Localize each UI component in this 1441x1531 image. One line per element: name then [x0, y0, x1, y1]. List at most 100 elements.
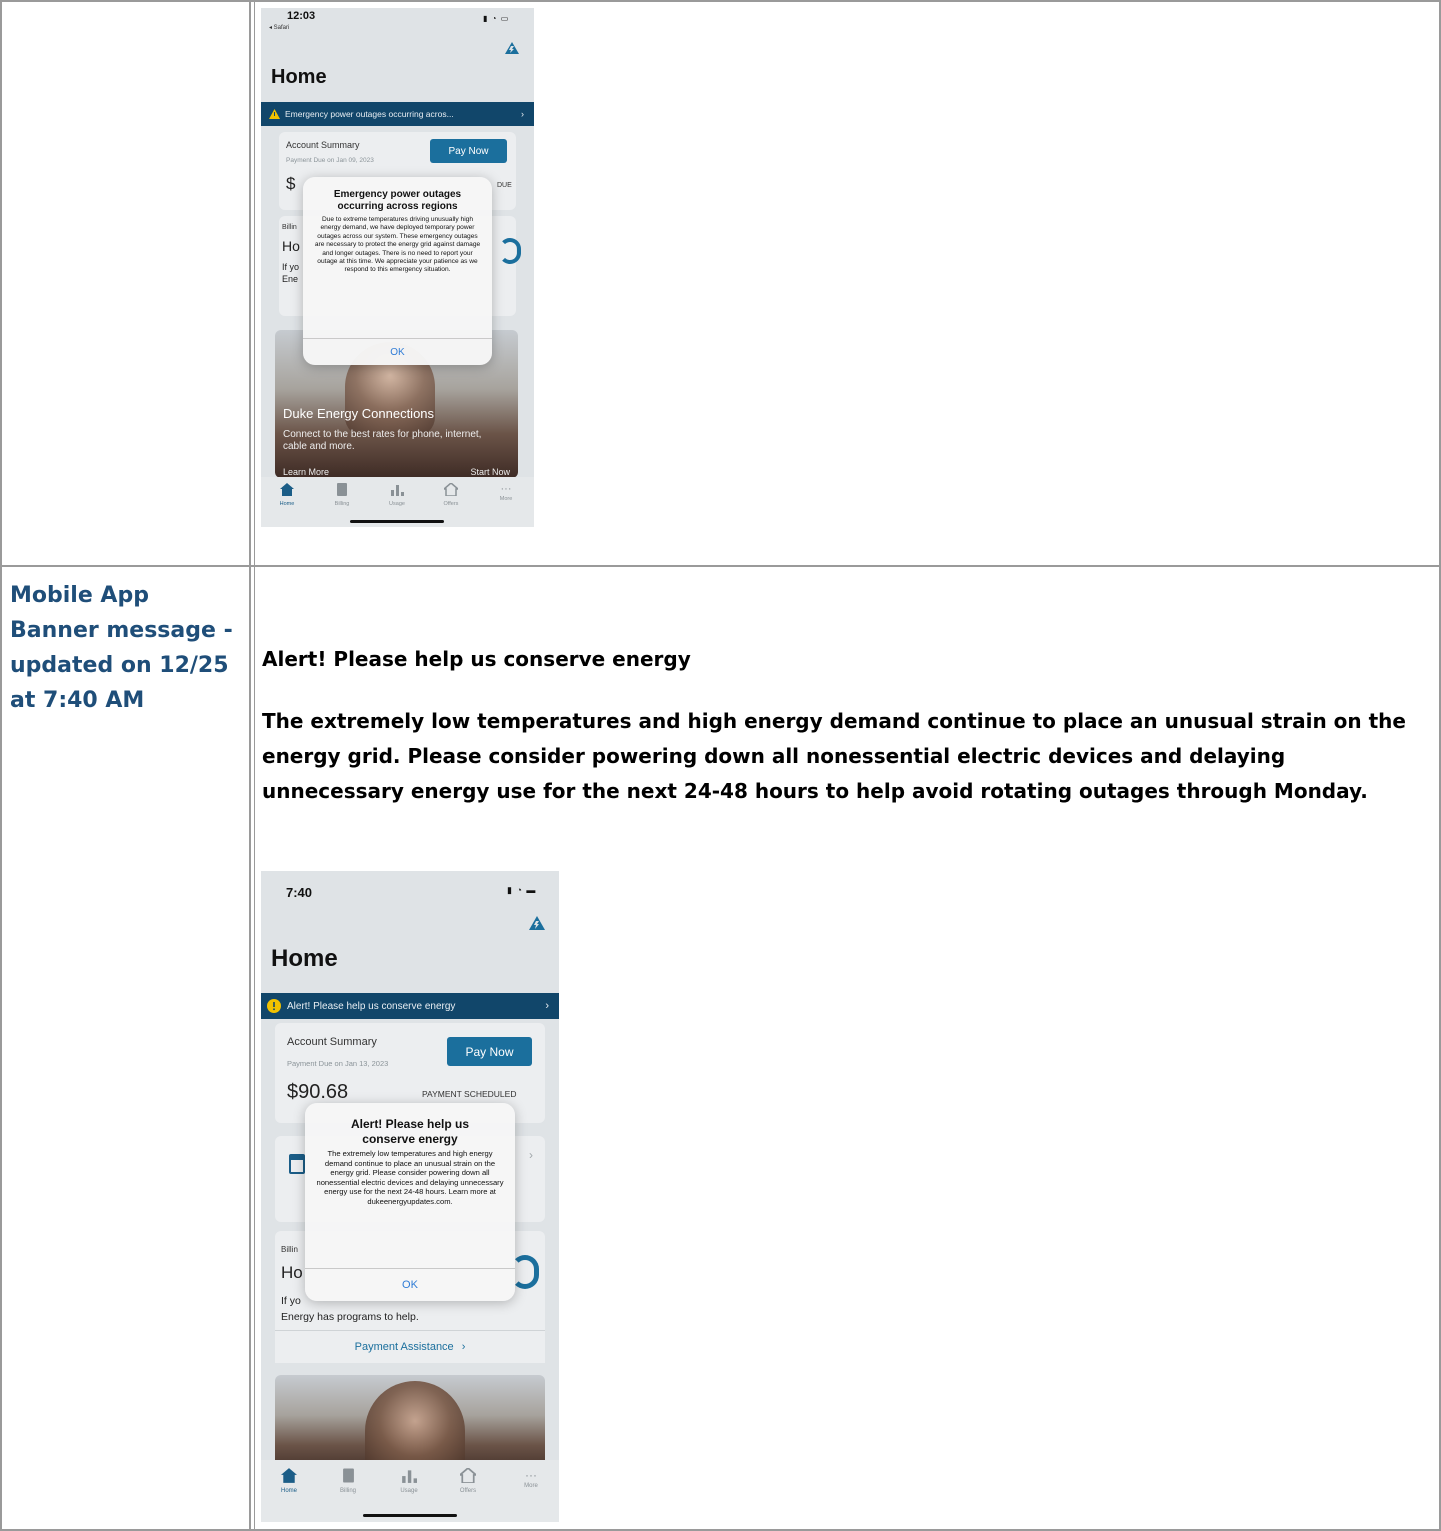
tab-billing[interactable]: Billing	[334, 1468, 362, 1494]
tab-more[interactable]: ··· More	[517, 1468, 545, 1489]
tab-label: More	[499, 496, 513, 502]
dialog-ok-button[interactable]: OK	[305, 1268, 515, 1301]
wifi-icon: ◔	[516, 885, 523, 895]
payment-due-text: Payment Due on Jan 09, 2023	[286, 157, 374, 164]
home-indicator	[350, 520, 444, 523]
tab-label: More	[524, 1483, 538, 1489]
dialog-title: Emergency power outages occurring across…	[333, 189, 462, 212]
table-column-divider	[249, 0, 251, 1531]
chevron-right-icon: ›	[521, 109, 524, 119]
chevron-right-icon: ›	[461, 1341, 466, 1353]
payment-amount: $90.68	[287, 1081, 349, 1103]
account-summary-label: Account Summary	[287, 1036, 377, 1048]
status-icons: ▮ ◔ ▬	[507, 885, 536, 896]
billing-text-partial: If yo	[281, 1295, 301, 1307]
page-title: Home	[271, 945, 338, 972]
dialog-body: Due to extreme temperatures driving unus…	[314, 216, 481, 274]
tab-label: Usage	[389, 501, 405, 507]
learn-more-link[interactable]: Learn More	[283, 467, 329, 477]
alert-banner[interactable]: Alert! Please help us conserve energy ›	[261, 993, 559, 1019]
tab-more[interactable]: ··· More	[494, 483, 518, 502]
more-icon: ···	[525, 1468, 537, 1482]
alert-circle-icon	[267, 999, 281, 1013]
battery-icon: ▬	[526, 885, 537, 895]
billing-progress-ring	[499, 238, 521, 264]
tab-offers[interactable]: Offers	[454, 1466, 482, 1494]
amount-partial: $	[286, 174, 296, 193]
tab-label: Home	[279, 501, 295, 507]
start-now-link[interactable]: Start Now	[470, 467, 510, 477]
offers-icon	[457, 1466, 479, 1484]
home-icon	[280, 483, 294, 496]
table-row-divider	[0, 565, 1441, 567]
billing-text-partial-1: If yo	[282, 262, 300, 272]
payment-due-text: Payment Due on Jan 13, 2023	[287, 1059, 389, 1068]
offers-icon	[441, 482, 461, 497]
status-partial: DUE	[497, 182, 512, 189]
tab-bar: Home Billing Usage Offers ··· More	[261, 1460, 559, 1522]
tab-label: Offers	[443, 501, 459, 507]
tab-home[interactable]: Home	[275, 483, 299, 507]
payment-assistance-label: Payment Assistance	[354, 1341, 454, 1353]
pay-now-button[interactable]: Pay Now	[447, 1037, 532, 1066]
banner-text: Emergency power outages occurring acros.…	[285, 109, 454, 119]
billing-text-partial-2: Ene	[282, 274, 299, 284]
chevron-right-icon: ›	[545, 1000, 549, 1012]
home-icon	[281, 1468, 297, 1483]
alert-dialog: Alert! Please help us conserve energy Th…	[305, 1103, 515, 1301]
table-border-top	[0, 0, 1441, 2]
wifi-icon: ◔	[491, 14, 498, 23]
tab-label: Billing	[334, 501, 350, 507]
home-indicator	[363, 1514, 457, 1517]
billing-heading-partial: Ho	[281, 1263, 303, 1282]
payment-assistance-link[interactable]: Payment Assistance ›	[275, 1330, 545, 1363]
tab-offers[interactable]: Offers	[439, 482, 463, 507]
usage-icon	[391, 485, 404, 496]
tab-bar: Home Billing Usage Offers ··· More	[261, 477, 534, 527]
signal-icon: ▮	[507, 885, 513, 895]
tab-home[interactable]: Home	[275, 1468, 303, 1494]
billing-label-partial: Billin	[282, 224, 297, 231]
tab-label: Billing	[339, 1488, 356, 1494]
table-border-left	[0, 0, 2, 1531]
pay-now-button[interactable]: Pay Now	[430, 139, 507, 163]
message-title: Alert! Please help us conserve energy	[262, 647, 691, 671]
tab-billing[interactable]: Billing	[330, 483, 354, 507]
billing-icon	[337, 483, 347, 496]
promo-text: Connect to the best rates for phone, int…	[283, 429, 482, 452]
signal-icon: ▮	[483, 14, 489, 23]
status-icons: ▮ ◔ ▭	[483, 14, 509, 23]
usage-icon	[402, 1470, 417, 1483]
alert-banner[interactable]: Emergency power outages occurring acros.…	[261, 102, 534, 126]
billing-progress-ring	[511, 1255, 539, 1289]
status-time: 12:03	[287, 10, 316, 22]
tab-usage[interactable]: Usage	[395, 1468, 423, 1494]
status-time: 7:40	[286, 885, 313, 900]
calendar-icon	[289, 1154, 305, 1174]
logo-icon	[529, 916, 545, 930]
row-label: Mobile App Banner message - updated on 1…	[10, 583, 233, 713]
battery-icon: ▭	[500, 14, 510, 23]
back-to-safari[interactable]: ◂ Safari	[269, 24, 289, 31]
message-body: The extremely low temperatures and high …	[262, 709, 1406, 803]
dialog-body: The extremely low temperatures and high …	[316, 1149, 504, 1206]
page-title: Home	[271, 66, 327, 88]
app-screenshot-emergency-outages: 12:03 ◂ Safari ▮ ◔ ▭ Home Emergency powe…	[261, 8, 534, 527]
billing-heading-partial: Ho	[282, 238, 300, 254]
chevron-right-icon: ›	[529, 1148, 533, 1162]
warning-triangle-icon	[269, 109, 280, 119]
dialog-title: Alert! Please help us conserve energy	[350, 1117, 470, 1146]
alert-dialog: Emergency power outages occurring across…	[303, 177, 492, 365]
table-column-divider-inner	[254, 0, 255, 1531]
tab-label: Home	[280, 1488, 297, 1494]
tab-usage[interactable]: Usage	[385, 483, 409, 507]
tab-label: Usage	[400, 1488, 418, 1494]
promo-title: Duke Energy Connections	[283, 406, 435, 421]
banner-text: Alert! Please help us conserve energy	[287, 1000, 456, 1012]
payment-status: PAYMENT SCHEDULED	[422, 1089, 517, 1099]
billing-label-partial: Billin	[281, 1245, 298, 1254]
dialog-ok-button[interactable]: OK	[303, 338, 492, 365]
logo-icon	[505, 42, 519, 54]
billing-icon	[342, 1468, 354, 1483]
energy-programs-text: Energy has programs to help.	[281, 1311, 419, 1323]
